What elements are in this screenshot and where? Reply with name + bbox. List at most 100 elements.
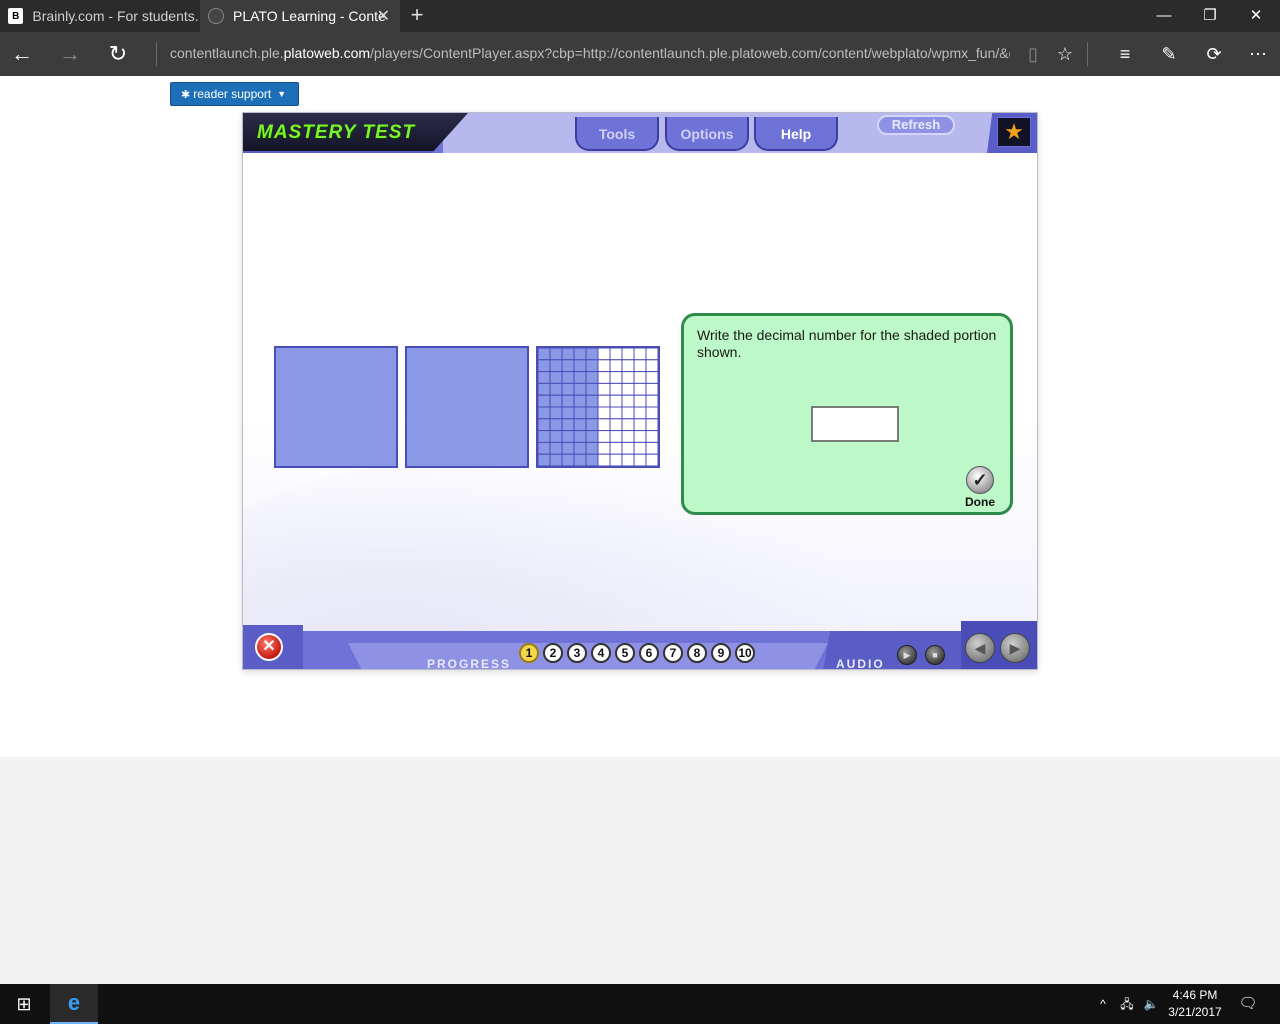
previous-arrow-icon[interactable]: ◀	[965, 633, 995, 663]
minimize-button[interactable]: —	[1141, 0, 1187, 32]
grid-cell	[609, 371, 623, 384]
answer-input[interactable]	[811, 406, 899, 442]
hub-icon[interactable]: ≡	[1109, 38, 1141, 70]
shaded-grid-cell	[549, 418, 563, 432]
shaded-grid-cell	[573, 441, 587, 455]
progress-step-10[interactable]: 10	[735, 643, 755, 663]
grid-cell	[597, 453, 611, 466]
done-label: Done	[965, 495, 995, 509]
forward-button[interactable]: →	[54, 38, 86, 70]
grid-cell	[609, 441, 623, 455]
shaded-grid-cell	[549, 348, 563, 361]
progress-step-3[interactable]: 3	[567, 643, 587, 663]
action-center-icon[interactable]: 🗨	[1238, 994, 1258, 1014]
shaded-grid-cell	[561, 430, 575, 443]
exit-button[interactable]: ✕	[255, 633, 283, 661]
shaded-grid-cell	[549, 359, 563, 373]
shaded-grid-cell	[585, 382, 599, 396]
shaded-grid-cell	[585, 441, 599, 455]
shaded-grid-cell	[573, 418, 587, 432]
grid-cell	[633, 359, 647, 373]
reader-support-button[interactable]: ✱ reader support ▼	[170, 82, 299, 106]
grid-cell	[645, 406, 658, 420]
star-person-icon[interactable]: ★	[997, 117, 1031, 147]
tab-tools[interactable]: Tools	[575, 117, 659, 151]
refresh-browser-button[interactable]: ↻	[102, 38, 134, 70]
back-button[interactable]: ←	[6, 38, 38, 70]
shaded-grid-cell	[585, 418, 599, 432]
web-note-icon[interactable]: ✎	[1153, 38, 1185, 70]
grid-cell	[645, 453, 658, 466]
progress-step-1[interactable]: 1	[519, 643, 539, 663]
tab-plato[interactable]: PLATO Learning - Conte ✕	[200, 0, 400, 32]
progress-step-7[interactable]: 7	[663, 643, 683, 663]
grid-cell	[621, 359, 635, 373]
shaded-grid-cell	[549, 394, 563, 408]
question-text: Write the decimal number for the shaded …	[697, 327, 997, 360]
done-button[interactable]: ✓ Done	[960, 466, 1000, 509]
share-icon[interactable]: ⟳	[1198, 38, 1230, 70]
progress-step-4[interactable]: 4	[591, 643, 611, 663]
shaded-grid-cell	[538, 348, 551, 361]
close-window-button[interactable]: ✕	[1233, 0, 1279, 32]
volume-icon[interactable]: 🔈	[1141, 994, 1161, 1014]
shaded-grid-cell	[573, 382, 587, 396]
restore-button[interactable]: ❐	[1187, 0, 1233, 32]
chevron-up-icon[interactable]: ^	[1093, 994, 1113, 1014]
progress-step-8[interactable]: 8	[687, 643, 707, 663]
edge-browser-icon[interactable]: e	[50, 984, 98, 1024]
grid-cell	[597, 441, 611, 455]
shaded-grid-cell	[538, 418, 551, 432]
grid-cell	[633, 430, 647, 443]
reading-view-icon[interactable]: ▯	[1017, 38, 1049, 70]
progress-step-9[interactable]: 9	[711, 643, 731, 663]
favorite-star-icon[interactable]: ☆	[1049, 38, 1081, 70]
audio-stop-icon[interactable]: ■	[925, 645, 945, 665]
shaded-grid-cell	[549, 441, 563, 455]
tab-help[interactable]: Help	[754, 117, 838, 151]
shaded-grid-cell	[549, 382, 563, 396]
url-prefix: contentlaunch.ple.	[170, 45, 284, 61]
grid-cell	[621, 371, 635, 384]
shaded-grid-cell	[561, 382, 575, 396]
progress-label: PROGRESS	[427, 657, 512, 670]
clock[interactable]: 4:46 PM 3/21/2017	[1160, 987, 1230, 1021]
shaded-grid-cell	[538, 371, 551, 384]
progress-step-5[interactable]: 5	[615, 643, 635, 663]
grid-cell	[609, 348, 623, 361]
more-icon[interactable]: ⋯	[1242, 38, 1274, 70]
shaded-grid-cell	[561, 418, 575, 432]
clock-time: 4:46 PM	[1172, 988, 1218, 1002]
grid-cell	[633, 441, 647, 455]
progress-step-6[interactable]: 6	[639, 643, 659, 663]
new-tab-button[interactable]: +	[405, 4, 429, 28]
grid-cell	[609, 359, 623, 373]
clock-date: 3/21/2017	[1168, 1005, 1222, 1019]
browser-tab-bar: B Brainly.com - For students. I PLATO Le…	[0, 0, 1280, 32]
grid-cell	[633, 418, 647, 432]
shaded-grid-cell	[585, 371, 599, 384]
url-field[interactable]: contentlaunch.ple.platoweb.com/players/C…	[170, 45, 1010, 61]
shaded-grid-cell	[573, 371, 587, 384]
next-arrow-icon[interactable]: ▶	[1000, 633, 1030, 663]
page-lower-area	[0, 757, 1280, 984]
progress-step-2[interactable]: 2	[543, 643, 563, 663]
tab-title: PLATO Learning - Conte	[233, 8, 386, 24]
shaded-grid-cell	[585, 394, 599, 408]
refresh-button[interactable]: Refresh	[877, 115, 955, 135]
brainly-favicon-icon: B	[8, 8, 24, 24]
tab-options[interactable]: Options	[665, 117, 749, 151]
shaded-grid-cell	[538, 441, 551, 455]
divider	[1087, 42, 1088, 66]
windows-start-icon[interactable]: ⊞	[0, 984, 48, 1024]
shaded-grid-cell	[561, 406, 575, 420]
tab-brainly[interactable]: B Brainly.com - For students. I	[0, 0, 200, 32]
audio-play-icon[interactable]: ▶	[897, 645, 917, 665]
grid-cell	[597, 430, 611, 443]
grid-cell	[609, 406, 623, 420]
grid-cell	[621, 453, 635, 466]
grid-cell	[645, 441, 658, 455]
network-icon[interactable]: 🖧	[1117, 994, 1137, 1014]
close-tab-icon[interactable]: ✕	[377, 6, 390, 26]
reader-support-label: reader support	[193, 87, 272, 101]
